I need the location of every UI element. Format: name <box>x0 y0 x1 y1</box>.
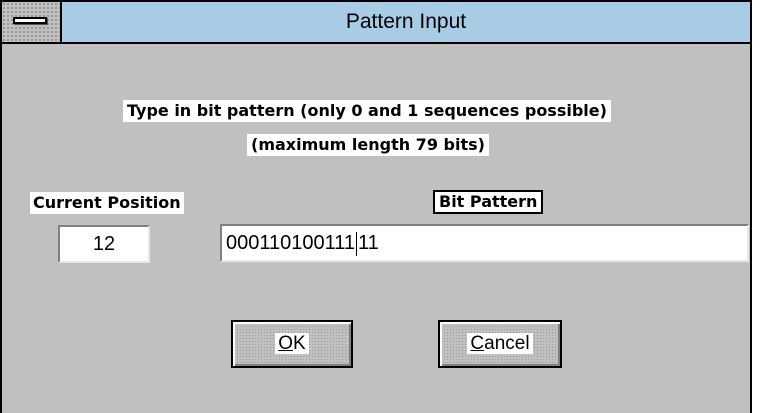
bit-pattern-input[interactable]: 000110100111 11 <box>220 224 749 262</box>
current-position-field: 12 <box>58 225 150 263</box>
current-position-label: Current Position <box>30 192 184 214</box>
max-length-text: (maximum length 79 bits) <box>247 134 489 156</box>
ok-mnemonic: O <box>278 333 294 354</box>
bit-pattern-text-after-cursor: 11 <box>358 232 379 254</box>
text-cursor <box>356 231 358 256</box>
bit-pattern-text-before-cursor: 000110100111 <box>226 232 356 254</box>
system-menu-button[interactable] <box>2 2 62 42</box>
cancel-button-label: Cancel <box>467 333 533 354</box>
ok-label-rest: K <box>293 333 306 354</box>
cancel-mnemonic: C <box>470 333 485 354</box>
cancel-button[interactable]: Cancel <box>438 320 562 368</box>
instruction-text: Type in bit pattern (only 0 and 1 sequen… <box>123 100 611 122</box>
bit-pattern-label: Bit Pattern <box>433 190 544 214</box>
cancel-label-rest: ancel <box>484 333 530 354</box>
pattern-input-dialog: Pattern Input Type in bit pattern (only … <box>0 0 752 413</box>
window-title: Pattern Input <box>345 10 467 33</box>
ok-button[interactable]: OK <box>231 320 353 368</box>
title-bar[interactable]: Pattern Input <box>2 2 750 44</box>
ok-button-label: OK <box>275 333 309 354</box>
system-menu-icon <box>13 17 47 24</box>
